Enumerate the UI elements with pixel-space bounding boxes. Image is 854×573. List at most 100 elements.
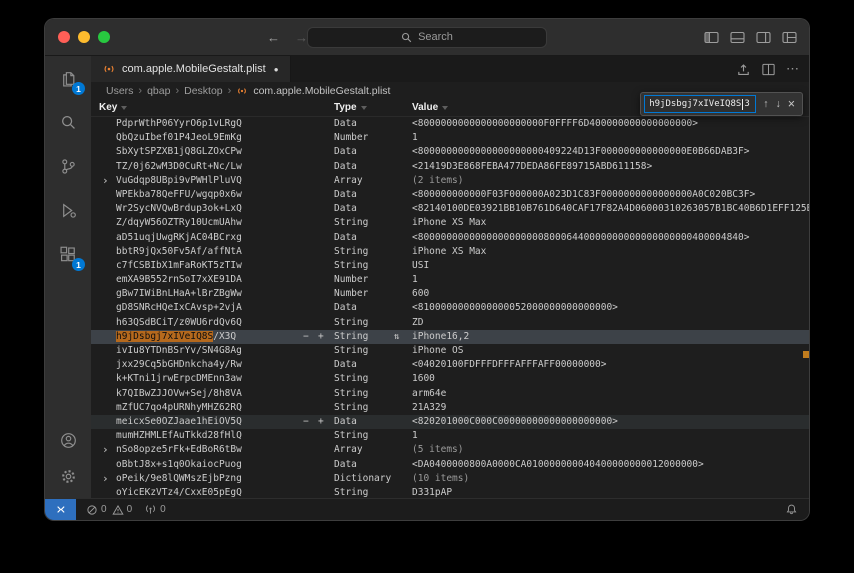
split-editor-icon[interactable] (761, 62, 776, 77)
type-cell: String (334, 216, 368, 230)
error-count: 0 (101, 504, 107, 515)
value-cell: <8000000000000000000000409224D13F0000000… (412, 145, 809, 159)
table-row[interactable]: ›nSo8opze5rFk+EdBoR6tBwArray(5 items) (91, 443, 809, 457)
column-header-type[interactable]: Type (334, 102, 367, 113)
value-cell: iPhone XS Max (412, 216, 809, 230)
breadcrumb-item-users[interactable]: Users (106, 85, 133, 97)
radio-tower-icon (144, 503, 157, 516)
table-row[interactable]: ›VuGdqp8UBpi9vPWHlPluVQArray(2 items) (91, 174, 809, 188)
find-previous-button[interactable]: ↑ (763, 98, 768, 110)
expand-chevron-icon[interactable]: › (102, 174, 109, 187)
table-row[interactable]: ivIu8YTDnBSrYv/SN4G8AgStringiPhone OS (91, 344, 809, 358)
customize-layout-icon[interactable] (782, 31, 797, 44)
toggle-panel-icon[interactable] (730, 31, 745, 44)
breadcrumb-item-qbap[interactable]: qbap (147, 85, 170, 97)
remove-row-button[interactable]: − (303, 330, 309, 344)
zoom-window-button[interactable] (98, 31, 110, 43)
settings-gear-icon[interactable] (45, 458, 91, 494)
ports-status[interactable]: 0 (144, 503, 168, 516)
back-arrow-icon[interactable]: ← (267, 30, 280, 45)
search-view-icon[interactable] (45, 100, 91, 144)
type-cell: Data (334, 188, 357, 202)
explorer-icon[interactable]: 1 (45, 56, 91, 100)
status-bar: 0 0 0 (45, 498, 809, 520)
table-row[interactable]: SbXytSPZXB1jQ8GLZOxCPwData<8000000000000… (91, 145, 809, 159)
find-close-button[interactable]: × (788, 97, 795, 111)
type-cell: String (334, 259, 368, 273)
remove-row-button[interactable]: − (303, 415, 309, 429)
find-input[interactable]: h9jDsbgj7xIVeIQ8S3 (644, 95, 756, 113)
expand-chevron-icon[interactable]: › (102, 443, 109, 456)
toggle-primary-sidebar-icon[interactable] (704, 31, 719, 44)
sort-icon (442, 106, 448, 110)
value-cell: <82140100DE03921BB10B761D640CAF17F82A4D0… (412, 202, 809, 216)
value-cell: <800000000000F03F000000A023D1C83F0000000… (412, 188, 809, 202)
notifications-bell[interactable] (785, 503, 798, 516)
table-row[interactable]: oBbtJ8x+s1q0OkaiocPuogData<DA0400000800A… (91, 458, 809, 472)
account-icon[interactable] (45, 422, 91, 458)
add-row-button[interactable]: + (318, 415, 324, 429)
upload-icon[interactable] (736, 62, 751, 77)
table-row[interactable]: aD51uqjUwgRKjAC04BCrxgData<8000000000000… (91, 231, 809, 245)
table-row[interactable]: Wr2SycNVQwBrdup3ok+LxQData<82140100DE039… (91, 202, 809, 216)
unsaved-changes-dot[interactable]: ● (274, 65, 279, 74)
table-row[interactable]: bbtR9jQx50Fv5Af/affNtAStringiPhone XS Ma… (91, 245, 809, 259)
plist-rows: PdprWthP06YyrO6p1vLRgQData<8000000000000… (91, 117, 809, 498)
remote-indicator[interactable] (45, 499, 76, 520)
toggle-secondary-sidebar-icon[interactable] (756, 31, 771, 44)
table-row[interactable]: gD8SNRcHQeIxCAvsp+2vjAData<8100000000000… (91, 301, 809, 315)
value-cell: iPhone OS (412, 344, 809, 358)
value-cell: <800000000000000000000080006440000000000… (412, 231, 809, 245)
breadcrumb-item-file[interactable]: com.apple.MobileGestalt.plist (253, 85, 390, 97)
find-widget: h9jDsbgj7xIVeIQ8S3 ↑ ↓ × (640, 92, 803, 116)
table-row[interactable]: WPEkba78QeFFU/wgqp0x6wData<800000000000F… (91, 188, 809, 202)
more-actions-icon[interactable]: ⋯ (786, 64, 799, 74)
table-row[interactable]: meicxSe0OZJaae1hEiOV5Q−+Data<820201000C0… (91, 415, 809, 429)
column-header-value[interactable]: Value (412, 102, 448, 113)
table-row[interactable]: emXA9B552rnSoI7xXE91DANumber1 (91, 273, 809, 287)
table-row[interactable]: mumHZHMLEfAuTkkd28fHlQString1 (91, 429, 809, 443)
key-cell: h63QSdBCiT/z0WU6rdQv6Q (116, 316, 242, 330)
text-cursor (742, 99, 743, 110)
table-row[interactable]: k7QIBwZJJOVw+Sej/8h8VAStringarm64e (91, 387, 809, 401)
close-window-button[interactable] (58, 31, 70, 43)
problems-status[interactable]: 0 0 (86, 504, 134, 516)
table-row[interactable]: k+KTni1jrwErpcDMEnn3awString1600 (91, 372, 809, 386)
minimize-window-button[interactable] (78, 31, 90, 43)
command-center-search[interactable]: Search (307, 27, 547, 48)
find-next-button[interactable]: ↓ (775, 98, 780, 110)
expand-chevron-icon[interactable]: › (102, 472, 109, 485)
breadcrumb-item-desktop[interactable]: Desktop (184, 85, 223, 97)
add-row-button[interactable]: + (318, 330, 324, 344)
warning-count: 0 (127, 504, 133, 515)
find-match-highlight: h9jDsbgj7xIVeIQ8S (116, 331, 213, 342)
extensions-icon[interactable]: 1 (45, 232, 91, 276)
vscode-window: ← → Search (44, 18, 810, 521)
column-header-key[interactable]: Key (99, 102, 127, 113)
table-row[interactable]: QbQzuIbef01P4JeoL9EmKgNumber1 (91, 131, 809, 145)
key-cell: SbXytSPZXB1jQ8GLZOxCPw (116, 145, 242, 159)
table-row[interactable]: mZfUC7qo4pURNhyMHZ62RQString21A329 (91, 401, 809, 415)
source-control-icon[interactable] (45, 144, 91, 188)
table-row[interactable]: h9jDsbgj7xIVeIQ8S/X3Q−+String⇅iPhone16,2 (91, 330, 809, 344)
activity-bar-bottom (45, 422, 91, 498)
sort-icon (121, 106, 127, 110)
tab-mobilegestalt-plist[interactable]: com.apple.MobileGestalt.plist ● (91, 56, 291, 82)
value-cell: iPhone16,2 (412, 330, 809, 344)
key-cell: Wr2SycNVQwBrdup3ok+LxQ (116, 202, 242, 216)
table-row[interactable]: gBw7IWiBnLHaA+lBrZBgWwNumber600 (91, 287, 809, 301)
table-row[interactable]: Z/dqyW56OZTRy10UcmUAhwStringiPhone XS Ma… (91, 216, 809, 230)
breadcrumb-separator-icon: › (175, 86, 179, 96)
titlebar: ← → Search (45, 19, 809, 56)
table-row[interactable]: ›oPeik/9e8lQWMszEjbPzngDictionary(10 ite… (91, 472, 809, 486)
table-row[interactable]: oYicEKzVTz4/CxxE05pEgQStringD331pAP (91, 486, 809, 498)
run-debug-icon[interactable] (45, 188, 91, 232)
table-row[interactable]: h63QSdBCiT/z0WU6rdQv6QStringZD (91, 316, 809, 330)
type-cell: Data (334, 301, 357, 315)
table-row[interactable]: jxx29Cq5bGHDnkcha4y/RwData<04020100FDFFF… (91, 358, 809, 372)
table-row[interactable]: TZ/0j62wM3D0CuRt+Nc/LwData<21419D3E868FE… (91, 160, 809, 174)
table-row[interactable]: PdprWthP06YyrO6p1vLRgQData<8000000000000… (91, 117, 809, 131)
breadcrumb-separator-icon: › (138, 86, 142, 96)
type-picker-icon[interactable]: ⇅ (394, 330, 399, 344)
table-row[interactable]: c7fCSBIbX1mFaRoKT5zTIwStringUSI (91, 259, 809, 273)
